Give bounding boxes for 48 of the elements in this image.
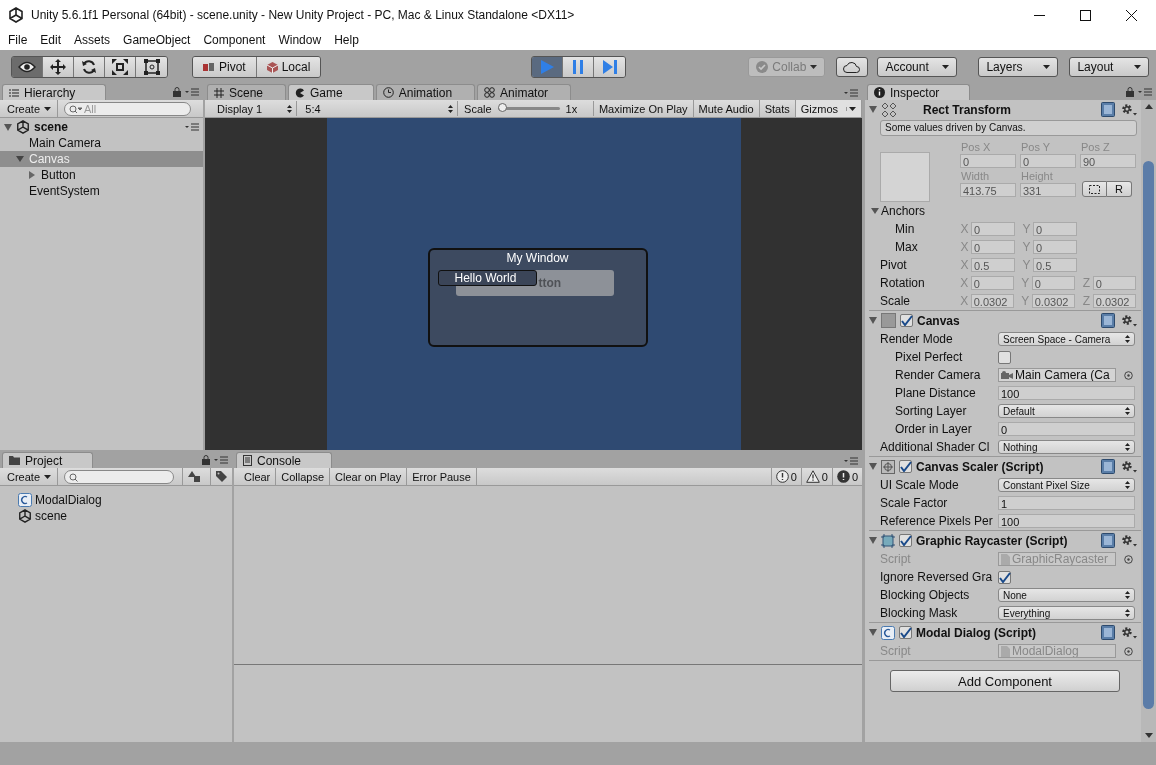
axis-label: X	[959, 258, 970, 272]
field-label: Scale Factor	[880, 496, 949, 510]
component-title: Modal Dialog (Script)	[916, 625, 1036, 640]
field-label: Min	[894, 222, 916, 236]
field-label: Sorting Layer	[894, 404, 968, 418]
field-label: Pixel Perfect	[894, 350, 964, 364]
field-label: Scale	[880, 294, 912, 308]
axis-label: X	[959, 276, 970, 290]
field-label: Reference Pixels Per	[880, 514, 994, 528]
window-title: Unity 5.6.1f1 Personal (64bit) - scene.unity - New Unity Project - PC, Mac & Linux Standalone <DX11>	[31, 8, 575, 22]
info-note: Some values driven by Canvas.	[880, 120, 1137, 136]
field-label: Max	[894, 240, 919, 254]
component-title: Canvas	[917, 313, 960, 328]
field-label: UI Scale Mode	[880, 478, 960, 492]
field-label: Render Mode	[880, 332, 954, 346]
field-label: Blocking Objects	[880, 588, 971, 602]
field-label: Width	[960, 169, 991, 183]
axis-label: X	[959, 222, 970, 236]
axis-label: Y	[1021, 258, 1032, 272]
component-title: Graphic Raycaster (Script)	[916, 533, 1068, 548]
label-tooltip: Hello World	[437, 270, 537, 286]
dialog-title: My Window	[505, 250, 570, 266]
field-label: Rotation	[880, 276, 926, 290]
field-label: Plane Distance	[894, 386, 977, 400]
field-label: Script	[880, 552, 912, 566]
field-label: Order in Layer	[894, 422, 973, 436]
field-label: Additional Shader Cl	[880, 440, 991, 454]
field-label: Pos Z	[1080, 140, 1111, 154]
axis-label: Z	[1081, 276, 1092, 290]
axis-label: Y	[1020, 276, 1031, 290]
scale-label: Scale	[464, 102, 492, 115]
component-title: Canvas Scaler (Script)	[916, 459, 1044, 474]
axis-label: X	[959, 240, 970, 254]
component-title: Rect Transform	[923, 102, 1012, 117]
axis-label: Y	[1021, 222, 1032, 236]
scale-reading: 1x	[565, 102, 578, 115]
field-label: Ignore Reversed Gra	[880, 570, 994, 584]
field-label: Pos Y	[1020, 140, 1052, 154]
field-label: Render Camera	[894, 368, 982, 382]
axis-label: Y	[1021, 240, 1032, 254]
field-label: Height	[1020, 169, 1054, 183]
axis-label: Y	[1020, 294, 1031, 308]
axis-label: X	[959, 294, 970, 308]
field-label: Anchors	[881, 204, 926, 218]
field-label: Pivot	[880, 258, 908, 272]
axis-label: Z	[1081, 294, 1092, 308]
field-label: Blocking Mask	[880, 606, 959, 620]
field-label: Script	[880, 644, 912, 658]
